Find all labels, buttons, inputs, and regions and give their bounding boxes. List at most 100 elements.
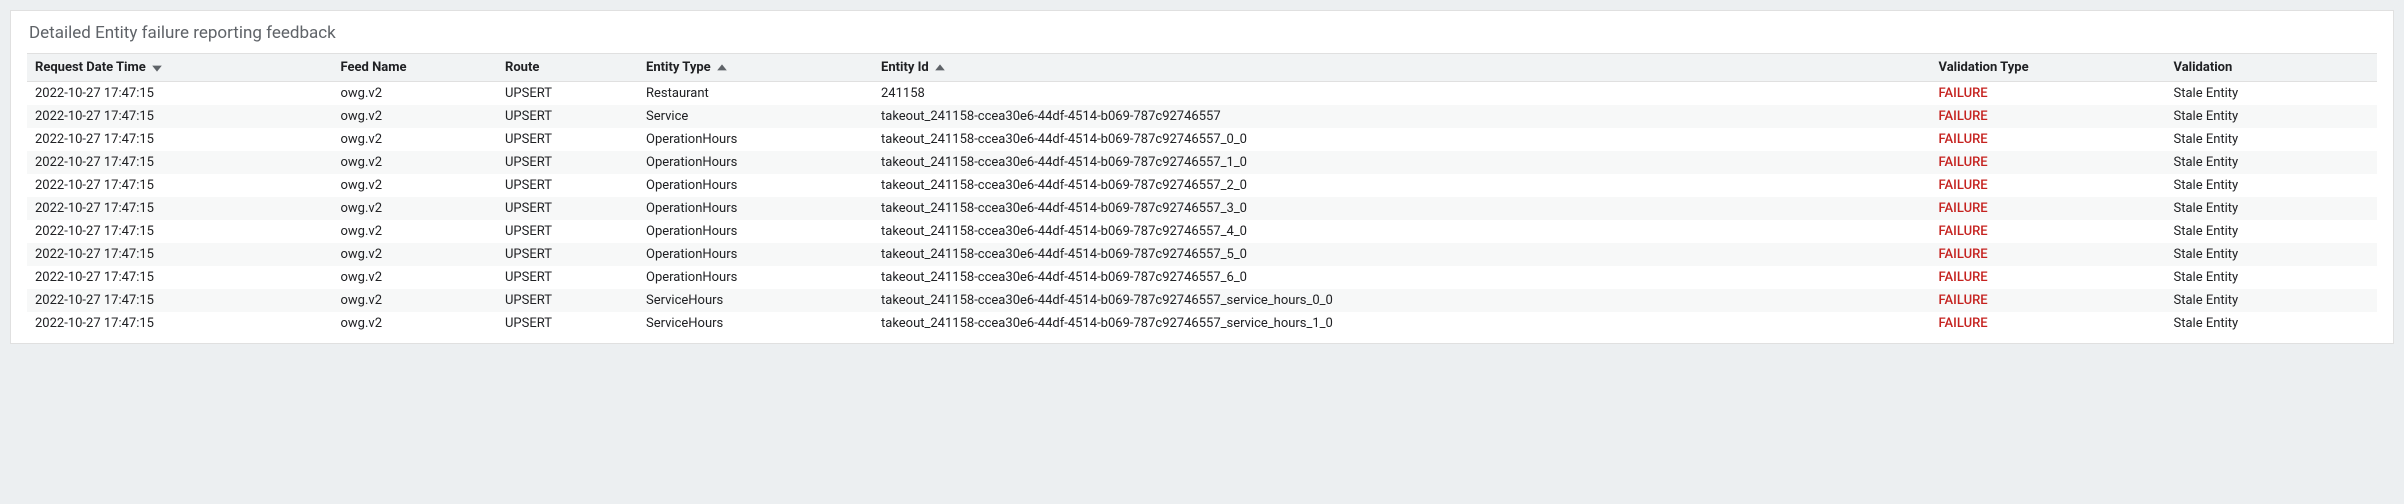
cell-validation-type: FAILURE xyxy=(1931,151,2166,174)
cell-entity-type: OperationHours xyxy=(638,243,873,266)
cell-route: UPSERT xyxy=(497,174,638,197)
cell-validation-type: FAILURE xyxy=(1931,289,2166,312)
cell-validation-type: FAILURE xyxy=(1931,243,2166,266)
cell-validation-type: FAILURE xyxy=(1931,220,2166,243)
cell-validation: Stale Entity xyxy=(2166,82,2378,106)
cell-entity-id: takeout_241158-ccea30e6-44df-4514-b069-7… xyxy=(873,243,1931,266)
table-row: 2022-10-27 17:47:15owg.v2UPSERTOperation… xyxy=(27,243,2377,266)
cell-entity-type: OperationHours xyxy=(638,174,873,197)
cell-feed-name: owg.v2 xyxy=(333,105,498,128)
cell-request-date-time: 2022-10-27 17:47:15 xyxy=(27,151,333,174)
cell-route: UPSERT xyxy=(497,243,638,266)
cell-feed-name: owg.v2 xyxy=(333,220,498,243)
report-card: Detailed Entity failure reporting feedba… xyxy=(10,10,2394,344)
cell-entity-type: ServiceHours xyxy=(638,312,873,335)
col-header-validation-type[interactable]: Validation Type xyxy=(1931,54,2166,82)
cell-feed-name: owg.v2 xyxy=(333,151,498,174)
table-row: 2022-10-27 17:47:15owg.v2UPSERTServiceta… xyxy=(27,105,2377,128)
col-label: Entity Type xyxy=(646,60,711,75)
cell-validation: Stale Entity xyxy=(2166,151,2378,174)
table-row: 2022-10-27 17:47:15owg.v2UPSERTOperation… xyxy=(27,128,2377,151)
cell-validation: Stale Entity xyxy=(2166,312,2378,335)
cell-validation-type: FAILURE xyxy=(1931,197,2166,220)
table-row: 2022-10-27 17:47:15owg.v2UPSERTServiceHo… xyxy=(27,312,2377,335)
cell-entity-type: OperationHours xyxy=(638,128,873,151)
cell-request-date-time: 2022-10-27 17:47:15 xyxy=(27,266,333,289)
cell-validation-type: FAILURE xyxy=(1931,105,2166,128)
cell-entity-type: OperationHours xyxy=(638,151,873,174)
cell-route: UPSERT xyxy=(497,312,638,335)
cell-entity-id: takeout_241158-ccea30e6-44df-4514-b069-7… xyxy=(873,174,1931,197)
cell-entity-id: 241158 xyxy=(873,82,1931,106)
cell-entity-type: OperationHours xyxy=(638,266,873,289)
cell-feed-name: owg.v2 xyxy=(333,289,498,312)
col-header-route[interactable]: Route xyxy=(497,54,638,82)
cell-validation: Stale Entity xyxy=(2166,266,2378,289)
cell-request-date-time: 2022-10-27 17:47:15 xyxy=(27,105,333,128)
sort-desc-icon xyxy=(151,62,163,74)
cell-request-date-time: 2022-10-27 17:47:15 xyxy=(27,82,333,106)
cell-validation: Stale Entity xyxy=(2166,174,2378,197)
cell-feed-name: owg.v2 xyxy=(333,197,498,220)
cell-route: UPSERT xyxy=(497,266,638,289)
cell-entity-id: takeout_241158-ccea30e6-44df-4514-b069-7… xyxy=(873,128,1931,151)
cell-entity-id: takeout_241158-ccea30e6-44df-4514-b069-7… xyxy=(873,105,1931,128)
cell-request-date-time: 2022-10-27 17:47:15 xyxy=(27,128,333,151)
cell-feed-name: owg.v2 xyxy=(333,312,498,335)
cell-feed-name: owg.v2 xyxy=(333,243,498,266)
table-row: 2022-10-27 17:47:15owg.v2UPSERTOperation… xyxy=(27,220,2377,243)
cell-validation-type: FAILURE xyxy=(1931,174,2166,197)
col-label: Validation Type xyxy=(1939,60,2029,75)
cell-route: UPSERT xyxy=(497,82,638,106)
cell-entity-id: takeout_241158-ccea30e6-44df-4514-b069-7… xyxy=(873,220,1931,243)
cell-request-date-time: 2022-10-27 17:47:15 xyxy=(27,312,333,335)
col-label: Route xyxy=(505,60,539,75)
col-header-validation[interactable]: Validation xyxy=(2166,54,2378,82)
cell-validation: Stale Entity xyxy=(2166,289,2378,312)
cell-feed-name: owg.v2 xyxy=(333,82,498,106)
cell-request-date-time: 2022-10-27 17:47:15 xyxy=(27,289,333,312)
cell-entity-type: OperationHours xyxy=(638,220,873,243)
table-row: 2022-10-27 17:47:15owg.v2UPSERTOperation… xyxy=(27,266,2377,289)
cell-validation-type: FAILURE xyxy=(1931,128,2166,151)
table-row: 2022-10-27 17:47:15owg.v2UPSERTOperation… xyxy=(27,197,2377,220)
cell-route: UPSERT xyxy=(497,197,638,220)
cell-route: UPSERT xyxy=(497,289,638,312)
cell-route: UPSERT xyxy=(497,220,638,243)
cell-validation: Stale Entity xyxy=(2166,105,2378,128)
cell-entity-type: Service xyxy=(638,105,873,128)
col-label: Feed Name xyxy=(341,60,407,75)
cell-entity-id: takeout_241158-ccea30e6-44df-4514-b069-7… xyxy=(873,151,1931,174)
table-row: 2022-10-27 17:47:15owg.v2UPSERTRestauran… xyxy=(27,82,2377,106)
cell-validation-type: FAILURE xyxy=(1931,312,2166,335)
cell-request-date-time: 2022-10-27 17:47:15 xyxy=(27,174,333,197)
cell-validation: Stale Entity xyxy=(2166,128,2378,151)
cell-feed-name: owg.v2 xyxy=(333,128,498,151)
sort-asc-icon xyxy=(716,62,728,74)
table-row: 2022-10-27 17:47:15owg.v2UPSERTOperation… xyxy=(27,174,2377,197)
cell-validation-type: FAILURE xyxy=(1931,82,2166,106)
cell-route: UPSERT xyxy=(497,151,638,174)
col-header-entity-type[interactable]: Entity Type xyxy=(638,54,873,82)
table-row: 2022-10-27 17:47:15owg.v2UPSERTServiceHo… xyxy=(27,289,2377,312)
report-title: Detailed Entity failure reporting feedba… xyxy=(29,23,2377,43)
table-row: 2022-10-27 17:47:15owg.v2UPSERTOperation… xyxy=(27,151,2377,174)
cell-entity-id: takeout_241158-ccea30e6-44df-4514-b069-7… xyxy=(873,312,1931,335)
cell-route: UPSERT xyxy=(497,128,638,151)
cell-entity-type: OperationHours xyxy=(638,197,873,220)
sort-asc-icon xyxy=(934,62,946,74)
cell-entity-type: Restaurant xyxy=(638,82,873,106)
cell-feed-name: owg.v2 xyxy=(333,266,498,289)
col-label: Entity Id xyxy=(881,60,929,75)
cell-entity-id: takeout_241158-ccea30e6-44df-4514-b069-7… xyxy=(873,266,1931,289)
cell-validation: Stale Entity xyxy=(2166,220,2378,243)
col-header-feed-name[interactable]: Feed Name xyxy=(333,54,498,82)
cell-route: UPSERT xyxy=(497,105,638,128)
col-label: Validation xyxy=(2174,60,2233,75)
cell-validation: Stale Entity xyxy=(2166,243,2378,266)
col-header-entity-id[interactable]: Entity Id xyxy=(873,54,1931,82)
col-label: Request Date Time xyxy=(35,60,146,75)
cell-request-date-time: 2022-10-27 17:47:15 xyxy=(27,220,333,243)
cell-validation: Stale Entity xyxy=(2166,197,2378,220)
col-header-request-date-time[interactable]: Request Date Time xyxy=(27,54,333,82)
